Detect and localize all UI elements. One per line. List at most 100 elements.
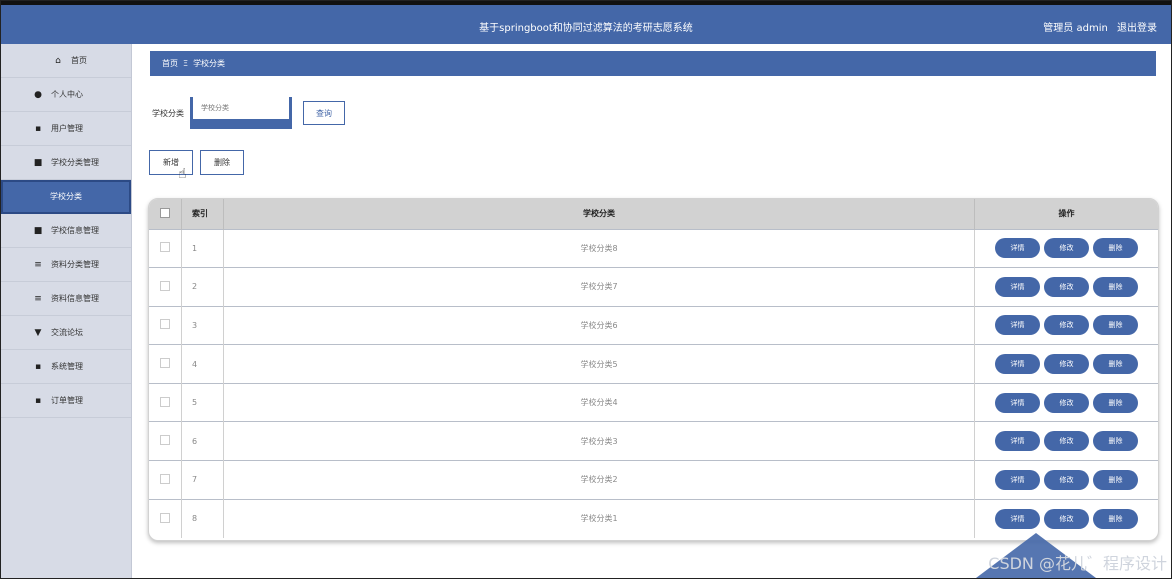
edit-button[interactable]: 修改	[1044, 354, 1089, 375]
row-ops: 详情 修改 删除	[975, 422, 1159, 461]
row-delete-button[interactable]: 删除	[1093, 469, 1138, 490]
detail-button[interactable]: 详情	[995, 469, 1040, 490]
row-index: 5	[181, 383, 224, 422]
table-row: 8 学校分类1 详情 修改 删除	[149, 499, 1158, 538]
system-title: 基于springboot和协同过滤算法的考研志愿系统	[479, 23, 693, 34]
row-checkbox[interactable]	[160, 280, 170, 291]
data-table: 索引 学校分类 操作 1 学校分类8 详情 修改 删除 2 学校分类7 详情 修改 删除 3 学校分类…	[148, 198, 1159, 541]
sidebar-item-label: 资料分类管理	[51, 259, 99, 269]
home-icon: ⌂	[55, 55, 61, 66]
row-select-cell	[149, 460, 182, 500]
row-checkbox[interactable]	[160, 319, 170, 330]
detail-button[interactable]: 详情	[995, 238, 1040, 259]
edit-button[interactable]: 修改	[1044, 276, 1089, 297]
row-delete-button[interactable]: 删除	[1093, 276, 1138, 297]
table-row: 7 学校分类2 详情 修改 删除	[149, 460, 1159, 500]
query-button[interactable]: 查询	[303, 101, 345, 125]
sidebar-item-10[interactable]: ▪ 订单管理	[1, 384, 131, 418]
row-name: 学校分类4	[223, 383, 975, 422]
edit-button[interactable]: 修改	[1044, 431, 1089, 452]
table-row: 5 学校分类4 详情 修改 删除	[149, 383, 1158, 422]
list-icon: ≡	[34, 293, 42, 304]
logout-link[interactable]: 退出登录	[1117, 23, 1157, 34]
user-role-label: 管理员 admin	[1043, 23, 1108, 34]
breadcrumb-current: 学校分类	[193, 59, 226, 68]
sidebar-item-label: 资料信息管理	[51, 293, 99, 303]
row-checkbox[interactable]	[160, 473, 170, 484]
row-select-cell	[149, 383, 182, 422]
watermark: CSDN @花儿゛程序设计	[988, 554, 1167, 573]
sidebar-item-label: 个人中心	[51, 89, 83, 99]
detail-button[interactable]: 详情	[995, 508, 1040, 529]
breadcrumb-home[interactable]: 首页	[162, 59, 178, 68]
row-delete-button[interactable]: 删除	[1093, 315, 1138, 336]
row-index: 8	[181, 499, 224, 538]
edit-button[interactable]: 修改	[1044, 315, 1089, 336]
detail-button[interactable]: 详情	[995, 354, 1040, 375]
grid-icon: ▪	[34, 395, 42, 406]
sidebar-item-5[interactable]: ■ 学校信息管理	[1, 214, 131, 248]
delete-button[interactable]: 删除	[200, 150, 244, 175]
book-icon: ■	[33, 225, 43, 236]
row-index: 4	[181, 344, 224, 384]
edit-button[interactable]: 修改	[1044, 508, 1089, 529]
table-row: 4 学校分类5 详情 修改 删除	[149, 344, 1158, 384]
sidebar: ⌂ 首页 ● 个人中心 ▪ 用户管理 ■ 学校分类管理 学校分类 ■ 学校信息管理 ≡ 资料分类管理 ≡ 资…	[1, 44, 132, 578]
edit-button[interactable]: 修改	[1044, 392, 1089, 413]
list-icon: ≡	[34, 259, 42, 270]
row-name: 学校分类5	[223, 344, 975, 384]
row-name: 学校分类3	[223, 421, 975, 461]
sidebar-item-4[interactable]: 学校分类	[1, 180, 131, 214]
edit-button[interactable]: 修改	[1044, 238, 1089, 259]
row-ops: 详情 修改 删除	[975, 229, 1159, 268]
sidebar-item-1[interactable]: ● 个人中心	[1, 78, 131, 112]
search-label: 学校分类	[152, 108, 184, 118]
action-buttons: 新增 删除	[149, 150, 244, 175]
breadcrumb: 首页 Ξ 学校分类	[150, 51, 1156, 76]
sidebar-item-8[interactable]: ▼ 交流论坛	[1, 316, 131, 350]
row-checkbox[interactable]	[160, 396, 170, 407]
grid-icon: ▪	[34, 361, 42, 372]
row-select-cell	[149, 344, 182, 384]
row-checkbox[interactable]	[160, 435, 170, 446]
row-select-cell	[149, 306, 182, 345]
sidebar-item-7[interactable]: ≡ 资料信息管理	[1, 282, 131, 316]
row-delete-button[interactable]: 删除	[1093, 354, 1138, 375]
sidebar-item-0[interactable]: ⌂ 首页	[1, 44, 131, 78]
row-checkbox[interactable]	[160, 512, 170, 523]
detail-button[interactable]: 详情	[995, 315, 1040, 336]
row-delete-button[interactable]: 删除	[1093, 392, 1138, 413]
search-input[interactable]	[193, 97, 289, 119]
row-index: 2	[181, 267, 224, 307]
select-all-cell	[149, 199, 182, 229]
sidebar-item-label: 学校分类	[50, 192, 82, 201]
sidebar-item-9[interactable]: ▪ 系统管理	[1, 350, 131, 384]
row-checkbox[interactable]	[160, 242, 170, 253]
sidebar-item-3[interactable]: ■ 学校分类管理	[1, 146, 131, 180]
row-delete-button[interactable]: 删除	[1093, 238, 1138, 259]
detail-button[interactable]: 详情	[995, 431, 1040, 452]
sidebar-item-label: 学校分类管理	[51, 157, 99, 167]
row-index: 7	[181, 460, 224, 500]
select-all-checkbox[interactable]	[160, 207, 170, 218]
sidebar-item-label: 首页	[71, 55, 87, 65]
forum-icon: ▼	[34, 327, 42, 338]
row-delete-button[interactable]: 删除	[1093, 431, 1138, 452]
sidebar-item-6[interactable]: ≡ 资料分类管理	[1, 248, 131, 282]
sidebar-item-2[interactable]: ▪ 用户管理	[1, 112, 131, 146]
sidebar-item-label: 学校信息管理	[51, 225, 99, 235]
row-checkbox[interactable]	[160, 358, 170, 369]
header-ops: 操作	[1058, 209, 1075, 219]
detail-button[interactable]: 详情	[995, 276, 1040, 297]
sidebar-item-label: 用户管理	[51, 123, 83, 133]
header-index: 索引	[181, 199, 224, 229]
row-delete-button[interactable]: 删除	[1093, 508, 1138, 529]
detail-button[interactable]: 详情	[995, 392, 1040, 413]
row-ops: 详情 修改 删除	[975, 461, 1159, 500]
row-name: 学校分类8	[223, 229, 975, 268]
row-name: 学校分类7	[223, 267, 975, 307]
row-select-cell	[149, 229, 182, 268]
edit-button[interactable]: 修改	[1044, 469, 1089, 490]
row-ops: 详情 修改 删除	[975, 499, 1159, 538]
grid-icon: ▪	[34, 123, 42, 134]
